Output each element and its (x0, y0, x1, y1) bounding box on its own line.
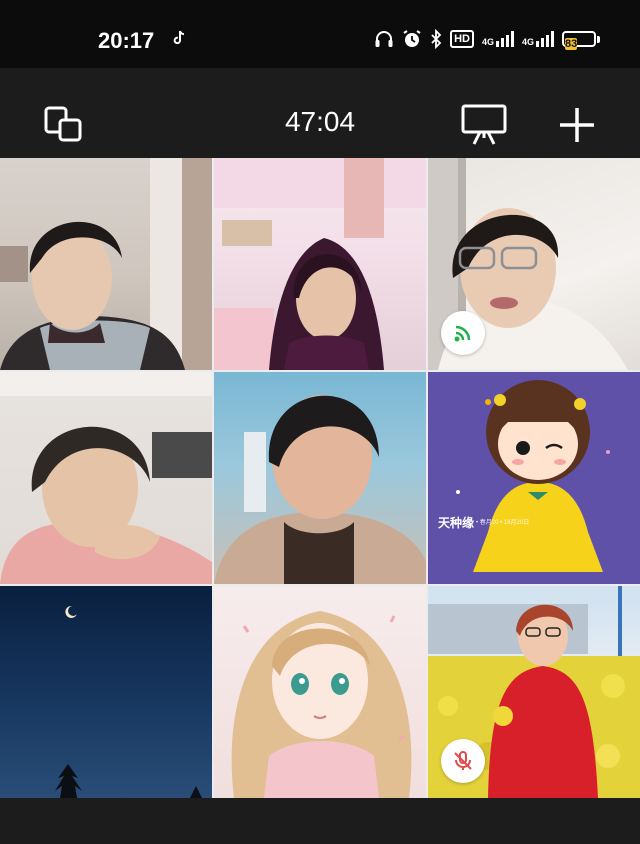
signal-4g-icon: 4G (482, 31, 514, 47)
participant-tile-7[interactable] (0, 586, 212, 798)
participant-tile-8[interactable] (214, 586, 426, 798)
avatar-watermark-sub: • 春月20 • 16月20日 (476, 520, 530, 526)
participant-tile-3[interactable] (428, 158, 640, 370)
call-toolbar: 47:04 (0, 68, 640, 158)
headphones-icon (374, 30, 394, 48)
status-time: 20:17 (98, 28, 155, 53)
participant-video (214, 395, 426, 584)
participant-grid: 天种缘 • 春月20 • 16月20日 (0, 158, 640, 798)
participant-tile-5[interactable] (214, 372, 426, 584)
mic-muted-icon (441, 739, 485, 783)
speaking-icon (441, 311, 485, 355)
participant-avatar (55, 605, 202, 798)
participant-video (214, 158, 426, 370)
participant-tile-4[interactable] (0, 372, 212, 584)
tiktok-icon (172, 30, 186, 51)
add-icon[interactable] (558, 106, 596, 149)
participant-tile-1[interactable] (0, 158, 212, 370)
call-timer: 47:04 (284, 106, 356, 137)
screen-share-icon[interactable] (461, 104, 507, 151)
status-icons: HD 4G 4G 83 (374, 29, 600, 50)
alarm-icon (402, 29, 422, 49)
avatar-watermark: 天种缘 (438, 516, 475, 530)
signal-4g-icon: 4G (522, 31, 554, 47)
status-bar: 20:17 HD 4G 4G 83 (0, 0, 640, 68)
battery-icon: 83 (562, 31, 600, 50)
participant-avatar (231, 611, 412, 798)
bottom-bar (0, 798, 640, 844)
hd-icon: HD (450, 30, 474, 48)
participant-avatar (456, 380, 610, 572)
participant-tile-6[interactable]: 天种缘 • 春月20 • 16月20日 (428, 372, 640, 584)
participant-video (0, 372, 212, 584)
battery-level: 83 (565, 38, 578, 50)
participant-tile-2[interactable] (214, 158, 426, 370)
participant-tile-9[interactable] (428, 586, 640, 798)
participant-video (0, 158, 212, 370)
bluetooth-icon (430, 29, 442, 49)
